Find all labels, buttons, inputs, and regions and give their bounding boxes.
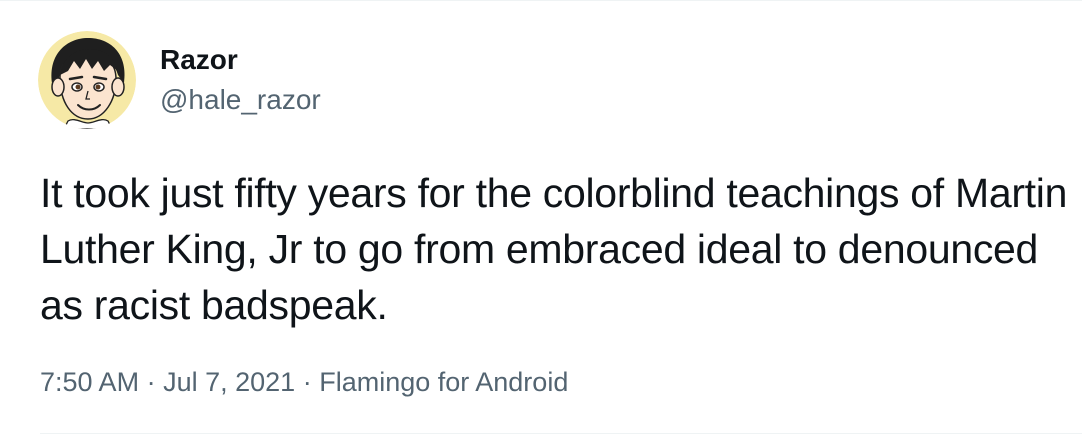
tweet-metadata: 7:50 AM · Jul 7, 2021 · Flamingo for And… [40, 367, 568, 398]
tweet-time[interactable]: 7:50 AM [40, 367, 139, 397]
avatar[interactable] [38, 31, 136, 129]
cartoon-face-avatar-icon [38, 31, 136, 129]
tweet-card: Razor @hale_razor It took just fifty yea… [0, 0, 1082, 444]
meta-separator: · [146, 367, 164, 397]
divider [40, 433, 1082, 434]
author-name[interactable]: Razor [160, 44, 238, 76]
meta-separator: · [302, 367, 320, 397]
author-handle[interactable]: @hale_razor [160, 84, 321, 116]
tweet-date[interactable]: Jul 7, 2021 [163, 367, 295, 397]
tweet-source[interactable]: Flamingo for Android [319, 367, 568, 397]
tweet-text: It took just fifty years for the colorbl… [40, 170, 1068, 328]
